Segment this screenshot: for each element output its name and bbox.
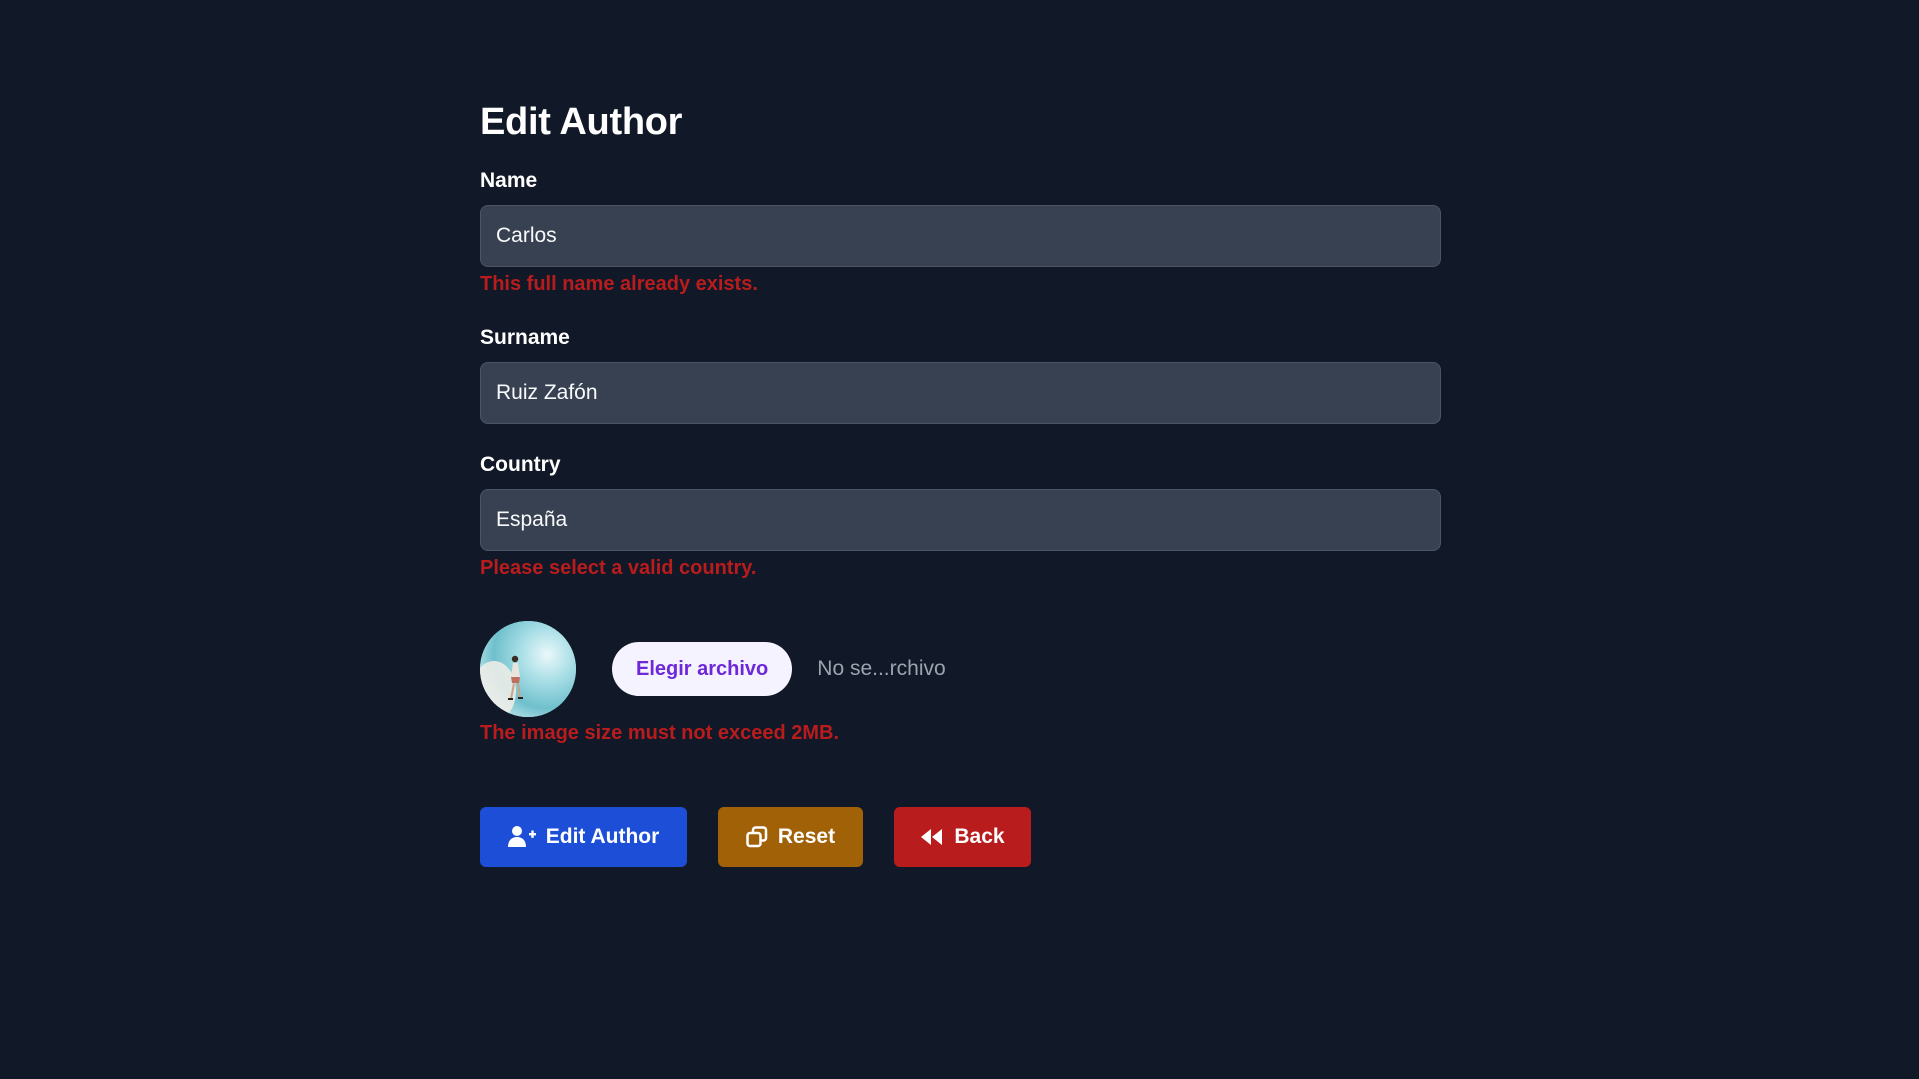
- name-error: This full name already exists.: [480, 273, 758, 295]
- choose-file-button[interactable]: Elegir archivo: [612, 642, 793, 696]
- page-title: Edit Author: [480, 101, 683, 143]
- edit-author-form: Edit Author Name This full name already …: [480, 96, 1441, 867]
- back-label: Back: [954, 825, 1005, 848]
- country-error: Please select a valid country.: [480, 557, 757, 579]
- person-walking-photo-icon: [480, 621, 576, 717]
- clone-icon: [746, 826, 768, 848]
- reset-label: Reset: [777, 825, 836, 848]
- image-group: Elegir archivo No se...rchivo The image …: [480, 621, 1441, 746]
- edit-author-button[interactable]: Edit Author: [480, 807, 687, 867]
- country-input[interactable]: [480, 489, 1441, 551]
- backward-icon: [921, 829, 943, 845]
- form-actions: Edit Author Reset Back: [480, 807, 1441, 867]
- surname-input[interactable]: [480, 362, 1441, 424]
- surname-group: Surname: [480, 325, 1441, 424]
- back-button[interactable]: Back: [894, 807, 1031, 867]
- edit-author-label: Edit Author: [545, 825, 660, 848]
- image-upload-row: Elegir archivo No se...rchivo: [480, 621, 1441, 717]
- name-input[interactable]: [480, 205, 1441, 267]
- surname-label: Surname: [480, 326, 570, 349]
- name-label: Name: [480, 169, 538, 192]
- avatar: [480, 621, 576, 717]
- image-error: The image size must not exceed 2MB.: [480, 722, 839, 744]
- name-group: Name This full name already exists.: [480, 168, 1441, 297]
- file-status-text: No se...rchivo: [817, 657, 946, 680]
- reset-button[interactable]: Reset: [718, 807, 863, 867]
- country-group: Country Please select a valid country.: [480, 452, 1441, 581]
- user-plus-icon: [507, 826, 536, 847]
- country-label: Country: [480, 453, 561, 476]
